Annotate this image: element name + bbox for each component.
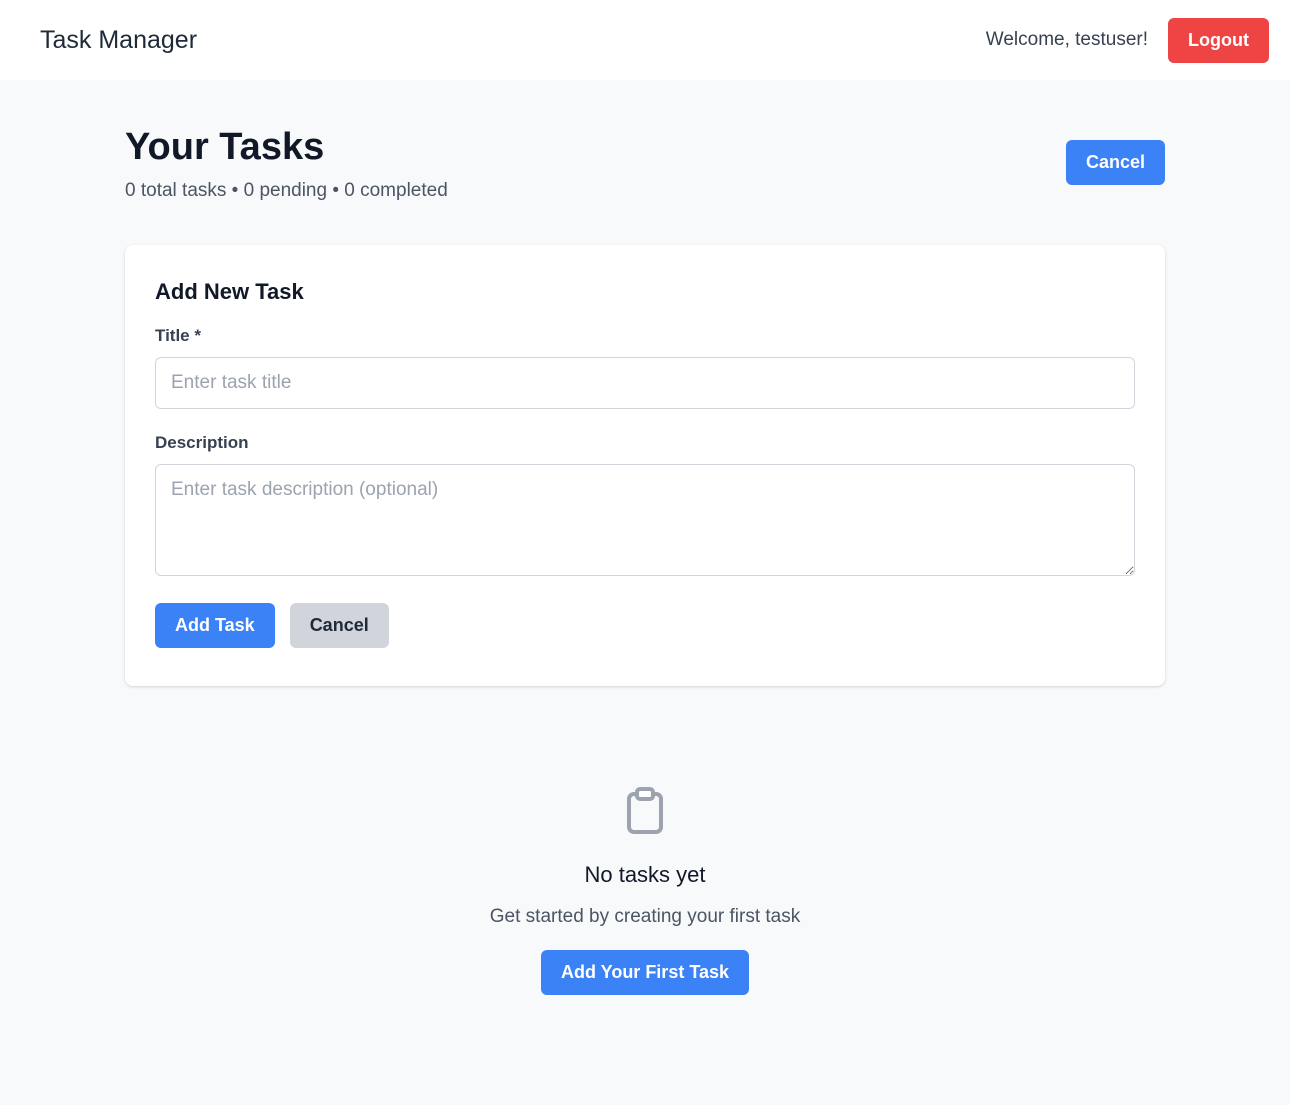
clipboard-icon: [627, 787, 663, 834]
add-task-card: Add New Task Title * Description Add Tas…: [125, 245, 1165, 686]
empty-state-title: No tasks yet: [584, 862, 706, 887]
app-brand: Task Manager: [40, 25, 198, 54]
form-actions: Add Task Cancel: [155, 603, 1135, 648]
main-content: Your Tasks 0 total tasks • 0 pending • 0…: [125, 80, 1165, 995]
page-header: Your Tasks 0 total tasks • 0 pending • 0…: [125, 124, 1165, 202]
title-label: Title *: [155, 326, 201, 345]
logout-button[interactable]: Logout: [1168, 17, 1269, 63]
task-summary: 0 total tasks • 0 pending • 0 completed: [125, 180, 448, 201]
description-textarea[interactable]: [155, 464, 1135, 576]
add-task-title: Add New Task: [155, 279, 304, 304]
page-heading-group: Your Tasks 0 total tasks • 0 pending • 0…: [125, 124, 448, 202]
add-task-button[interactable]: Add Task: [155, 603, 275, 648]
form-cancel-button[interactable]: Cancel: [289, 603, 389, 648]
description-label: Description: [155, 433, 249, 452]
add-first-task-button[interactable]: Add Your First Task: [540, 950, 750, 995]
page-title: Your Tasks: [125, 126, 325, 168]
header-cancel-button[interactable]: Cancel: [1065, 140, 1165, 185]
navbar-user-area: Welcome, testuser! Logout: [985, 17, 1269, 63]
top-navbar: Task Manager Welcome, testuser! Logout: [0, 0, 1290, 80]
title-input[interactable]: [155, 357, 1135, 409]
welcome-text: Welcome, testuser!: [985, 29, 1149, 50]
empty-state: No tasks yet Get started by creating you…: [125, 786, 1165, 995]
empty-state-subtitle: Get started by creating your first task: [489, 906, 801, 927]
